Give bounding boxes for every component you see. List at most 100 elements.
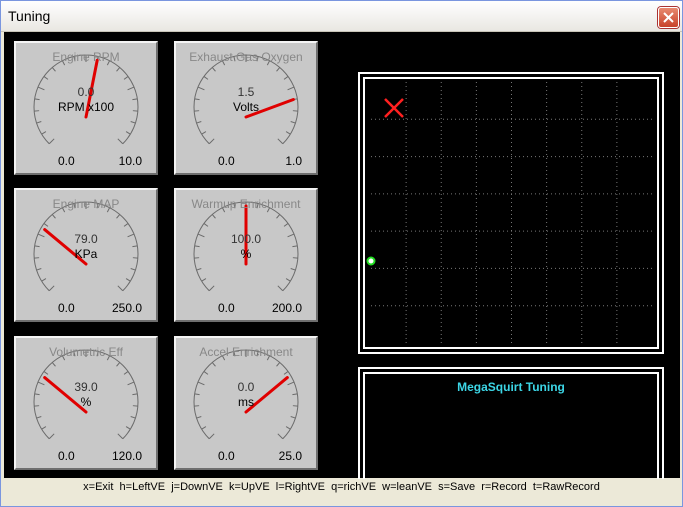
gauge-tick [125,278,131,282]
gauge-tick [203,76,209,80]
gauge-tick [277,138,284,145]
ve-grid [358,72,664,354]
gauge-tick [48,433,55,440]
gauge-tick [277,433,284,440]
gauge-warmup-enrichment: Warmup Enrichment 100.0 % 0.0 200.0 [174,188,318,322]
gauge-tick [208,433,215,440]
gauge-value: 0.0 [237,380,255,394]
gauge-max-label: 1.0 [285,154,302,168]
gauge-tick [48,285,55,292]
gauge-tick [130,268,136,271]
close-button[interactable] [658,7,679,28]
gauge-tick [125,131,131,135]
gauge-tick [211,214,216,219]
panel-title: MegaSquirt Tuning [457,380,565,394]
gauge-tick [196,121,202,124]
gauge-engine-rpm: Engine RPM 0.0 RPM x100 0.0 10.0 [14,41,158,175]
tuning-window: Tuning Engine RPM 0.0 RPM x100 0.0 10.0 … [0,0,683,507]
gauge-tick [123,223,129,227]
gauge-min-label: 0.0 [218,449,235,463]
gauge-tick [211,67,216,72]
gauge-tick [116,214,121,219]
gauge-min-label: 0.0 [218,301,235,315]
gauge-engine-map: Engine MAP 79.0 KPa 0.0 250.0 [14,188,158,322]
gauge-value: 0.0 [77,85,95,99]
gauge-min-label: 0.0 [58,301,75,315]
gauge-tick [201,131,207,135]
gauge-tick [285,278,291,282]
gauge-tick [196,416,202,419]
gauge-title: Engine RPM [52,50,120,64]
gauge-max-label: 200.0 [271,301,302,315]
gauge-tick [41,278,47,282]
gauge-title: Exhaust Gas Oxygen [189,50,303,64]
gauge-tick [43,223,49,227]
gauge-value: 100.0 [230,232,262,246]
gauge-tick [285,426,291,430]
gauge-tick [208,285,215,292]
gauge-max-label: 120.0 [111,449,142,463]
gauge-tick [123,371,129,375]
gauge-title: Volumetric Eff [49,345,123,359]
gauge-tick [130,416,136,419]
gauge-min-label: 0.0 [218,154,235,168]
ve-tuning-plot[interactable] [358,72,664,354]
gauge-value: 79.0 [74,232,98,246]
gauge-tick [51,67,56,72]
gauge-tick [123,76,129,80]
gauge-tick [283,76,289,80]
gauge-tick [36,268,42,271]
gauge-tick [43,76,49,80]
gauge-max-label: 10.0 [118,154,142,168]
gauge-tick [208,138,215,145]
gauge-tick [36,121,42,124]
gauge-tick [41,131,47,135]
gauge-value: 1.5 [237,85,255,99]
gauge-tick [201,426,207,430]
gauge-tick [203,223,209,227]
gauge-title: Engine MAP [52,197,120,211]
window-title: Tuning [8,8,51,24]
gauge-unit: ms [238,395,254,409]
gauge-unit: Volts [232,100,259,114]
gauge-unit: RPM x100 [57,100,115,114]
gauge-tick [290,268,296,271]
gauge-tick [43,371,49,375]
gauge-tick [283,371,289,375]
gauge-tick [277,285,284,292]
gauge-min-label: 0.0 [58,154,75,168]
gauge-tick [36,416,42,419]
gauge-tick [116,362,121,367]
gauge-accel-enrichment: Accel Enrichment 0.0 ms 0.0 25.0 [174,336,318,470]
gauge-max-label: 250.0 [111,301,142,315]
cursor-x-marker [384,98,404,118]
gauge-unit: KPa [74,247,98,261]
gauge-tick [196,268,202,271]
gauge-tick [290,121,296,124]
gauge-tick [285,131,291,135]
operating-point-dot [366,256,376,266]
gauge-tick [130,121,136,124]
gauge-unit: % [80,395,92,409]
gauge-volumetric-eff: Volumetric Eff 39.0 % 0.0 120.0 [14,336,158,470]
gauge-tick [276,362,281,367]
close-icon [663,12,674,23]
gauge-title: Accel Enrichment [199,345,293,359]
status-bar: x=Exit h=LeftVE j=DownVE k=UpVE l=RightV… [1,479,682,506]
gauge-tick [276,214,281,219]
key-help-text: x=Exit h=LeftVE j=DownVE k=UpVE l=RightV… [83,481,600,493]
gauge-tick [203,371,209,375]
gauge-tick [211,362,216,367]
gauge-tick [117,433,124,440]
gauge-unit: % [240,247,252,261]
gauge-min-label: 0.0 [58,449,75,463]
gauge-tick [48,138,55,145]
gauge-tick [125,426,131,430]
gauge-tick [51,362,56,367]
gauge-tick [276,67,281,72]
gauge-tick [41,426,47,430]
gauge-tick [290,416,296,419]
gauge-value: 39.0 [74,380,98,394]
gauge-tick [117,138,124,145]
title-bar: Tuning [1,1,682,32]
